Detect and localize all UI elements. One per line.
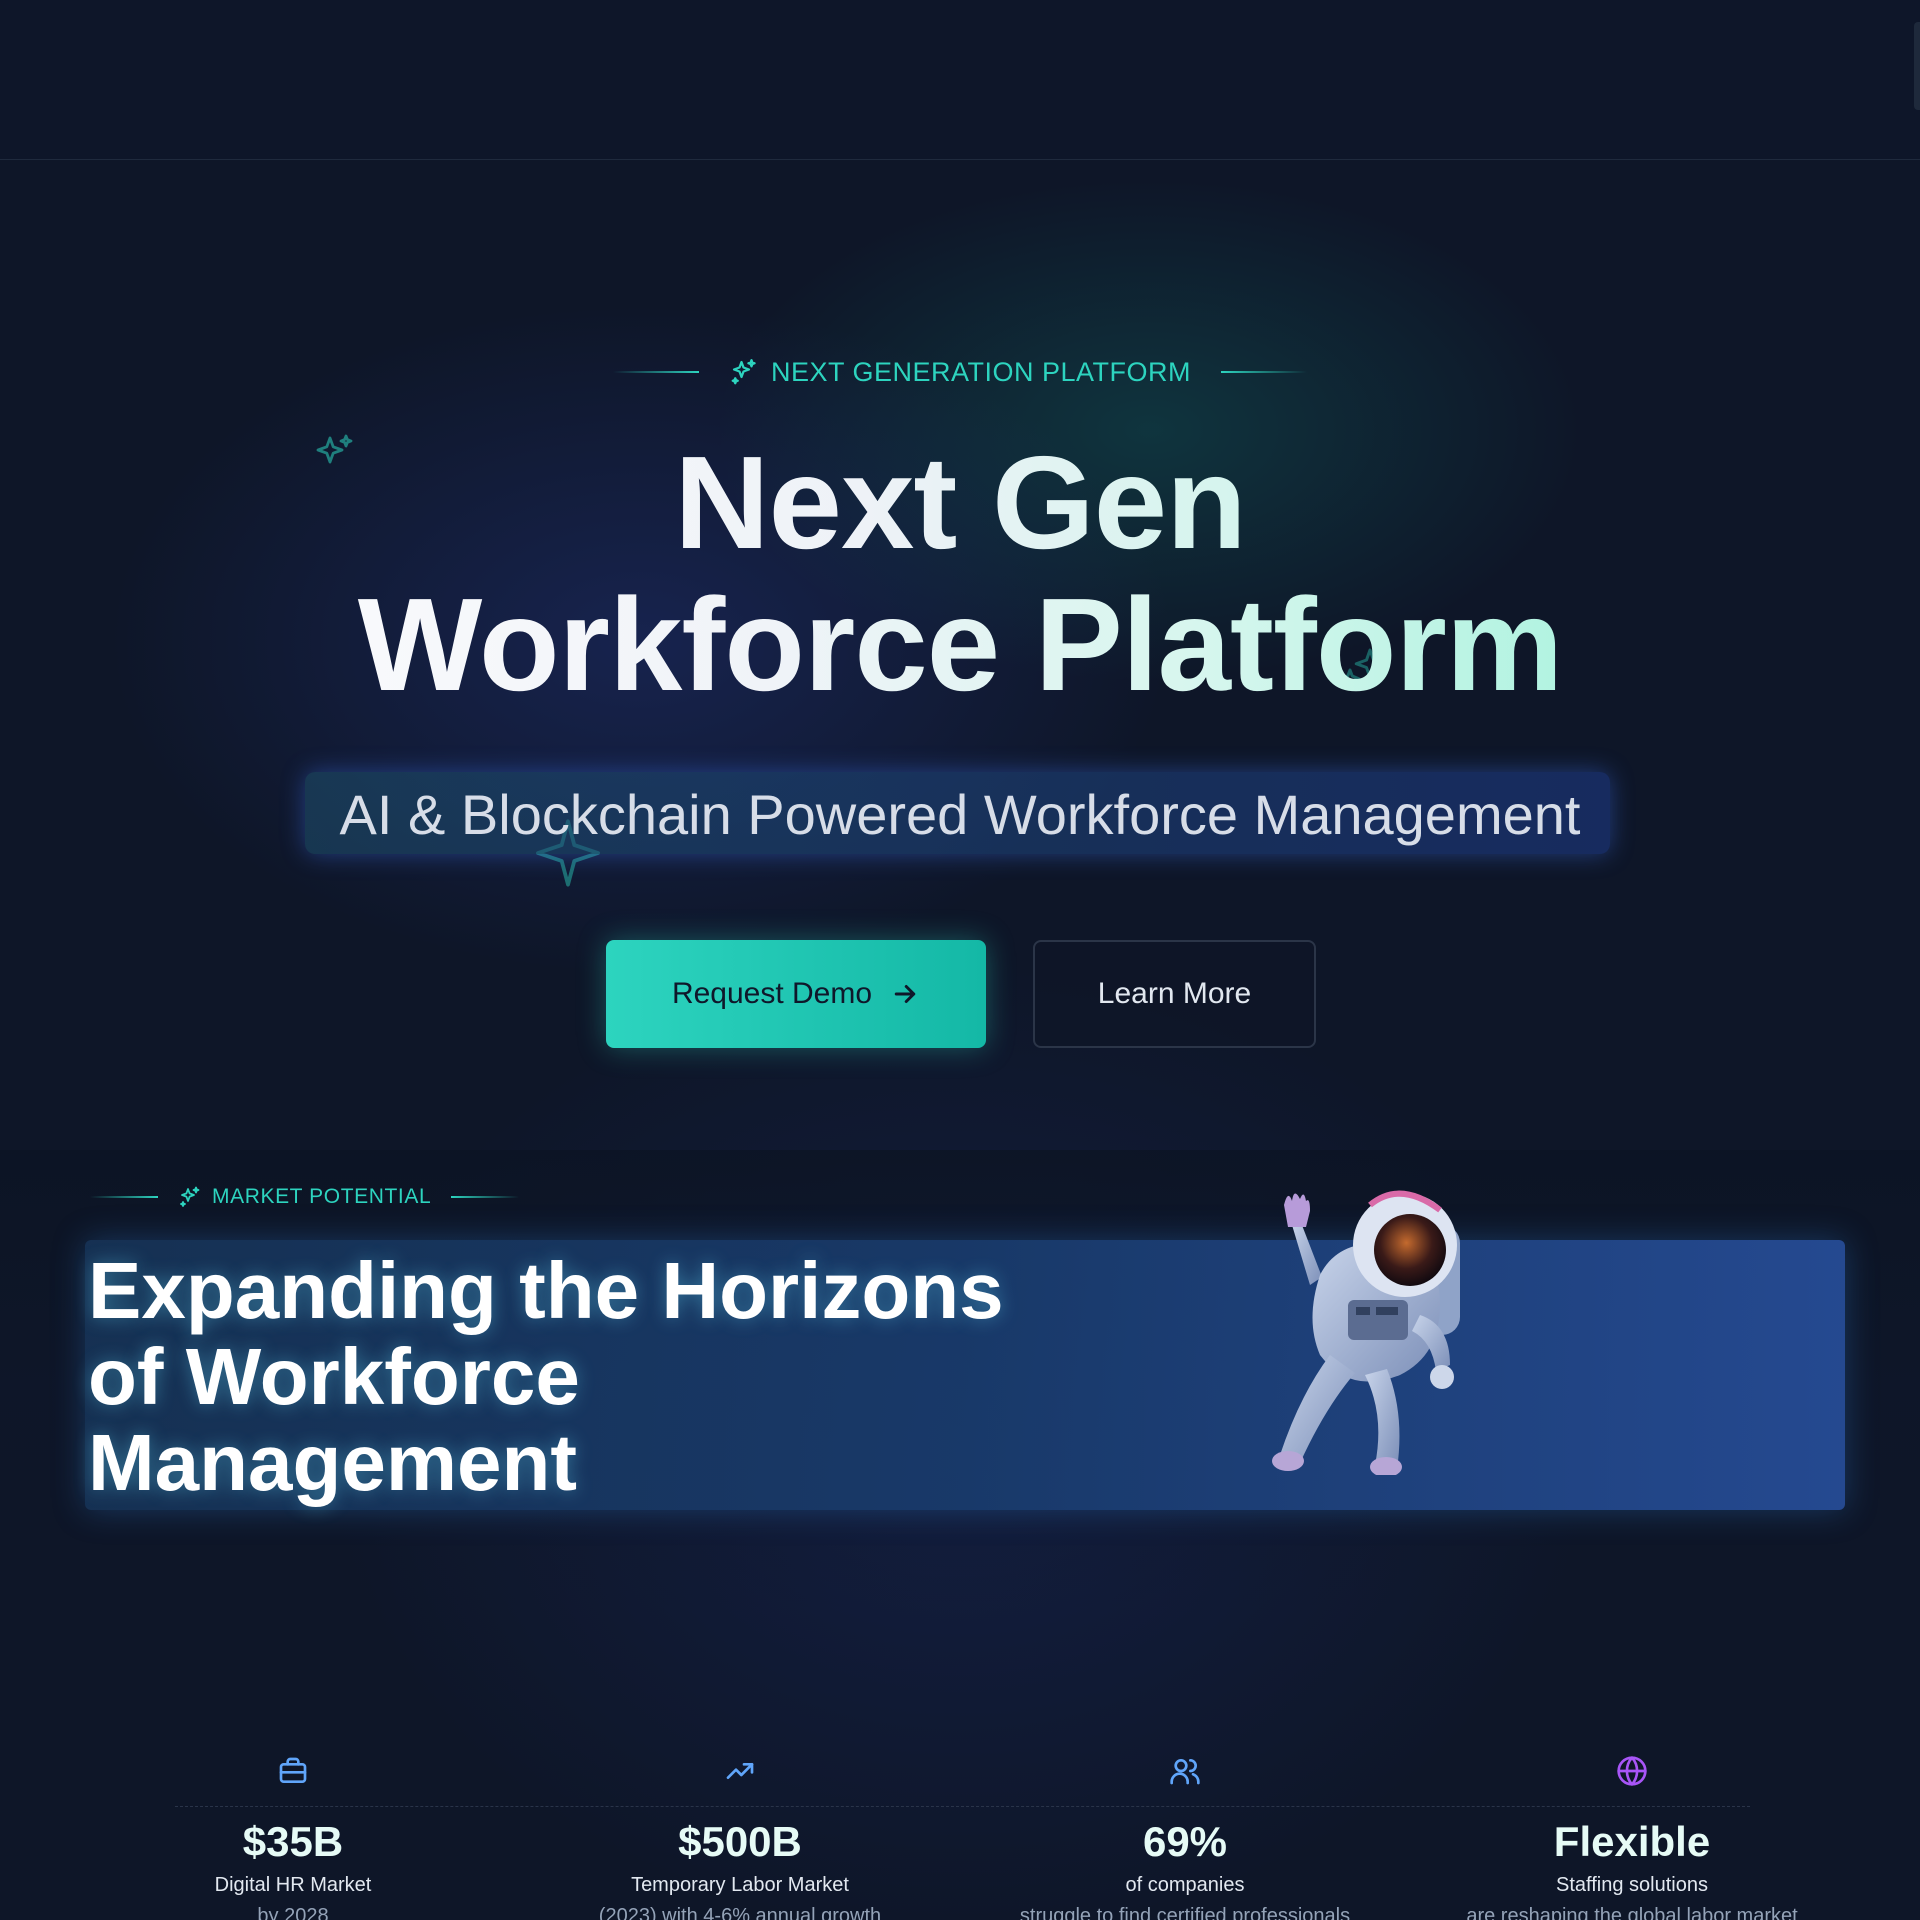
arrow-right-icon <box>894 985 916 1003</box>
learn-more-label: Learn More <box>1097 977 1252 1010</box>
eyebrow-line-right <box>1221 371 1308 373</box>
top-navigation-bar <box>0 0 1920 160</box>
eyebrow-label-group: NEXT GENERATION PLATFORM <box>729 357 1191 388</box>
scrollbar-edge <box>1914 22 1920 110</box>
globe-icon <box>1617 1756 1647 1786</box>
stat-sublabel: (2023) with 4-6% annual growth <box>598 1905 882 1920</box>
market-eyebrow-label-group: MARKET POTENTIAL <box>178 1185 431 1209</box>
stat-label: of companies <box>1125 1874 1245 1896</box>
hero-title: Next Gen Workforce Platform <box>0 432 1920 716</box>
sparkles-icon <box>180 1186 200 1207</box>
stat-value: $35B <box>242 1818 344 1865</box>
stat-sublabel: by 2028 <box>257 1905 329 1920</box>
astronaut-illustration <box>1272 1190 1460 1475</box>
stat-sublabel: struggle to find certified professionals <box>1019 1905 1351 1920</box>
learn-more-button[interactable]: Learn More <box>1033 940 1316 1048</box>
eyebrow-line-left <box>612 371 699 373</box>
sparkles-icon <box>731 359 756 385</box>
users-icon <box>1170 1759 1200 1785</box>
market-eyebrow-line-right <box>451 1196 520 1198</box>
hero-eyebrow-text: NEXT GENERATION PLATFORM <box>770 356 1192 387</box>
page: NEXT GENERATION PLATFORM Next Gen Workfo… <box>0 0 1920 1920</box>
hero-eyebrow: NEXT GENERATION PLATFORM <box>0 355 1920 389</box>
stat-sublabel: are reshaping the global labor market <box>1466 1905 1798 1920</box>
market-title: Expanding the Horizons of Workforce Mana… <box>88 1246 1004 1507</box>
hero-subtitle: AI & Blockchain Powered Workforce Manage… <box>339 783 1581 846</box>
hero-title-line-2: Workforce Platform <box>0 574 1920 716</box>
request-demo-button[interactable]: Request Demo <box>606 940 986 1048</box>
stat-label: Digital HR Market <box>214 1874 372 1896</box>
stat-label: Temporary Labor Market <box>631 1874 849 1896</box>
stat-label: Staffing solutions <box>1556 1874 1708 1896</box>
briefcase-icon <box>279 1757 307 1783</box>
market-eyebrow-line-left <box>90 1196 158 1198</box>
stat-card-flexible: Flexible Staffing solutions are reshapin… <box>1432 1755 1832 1920</box>
market-eyebrow: MARKET POTENTIAL <box>90 1182 520 1212</box>
stat-card-digital-hr: $35B Digital HR Market by 2028 <box>93 1755 493 1920</box>
stat-card-companies: 69% of companies struggle to find certif… <box>985 1755 1385 1920</box>
stat-value: $500B <box>678 1818 802 1865</box>
trending-up-icon <box>726 1763 754 1779</box>
hero-title-line-1: Next Gen <box>0 432 1920 574</box>
stat-value: 69% <box>1142 1818 1228 1865</box>
request-demo-label: Request Demo <box>671 977 873 1010</box>
stat-card-temporary-labor: $500B Temporary Labor Market (2023) with… <box>540 1755 940 1920</box>
stat-value: Flexible <box>1553 1818 1711 1865</box>
market-eyebrow-text: MARKET POTENTIAL <box>212 1185 432 1208</box>
